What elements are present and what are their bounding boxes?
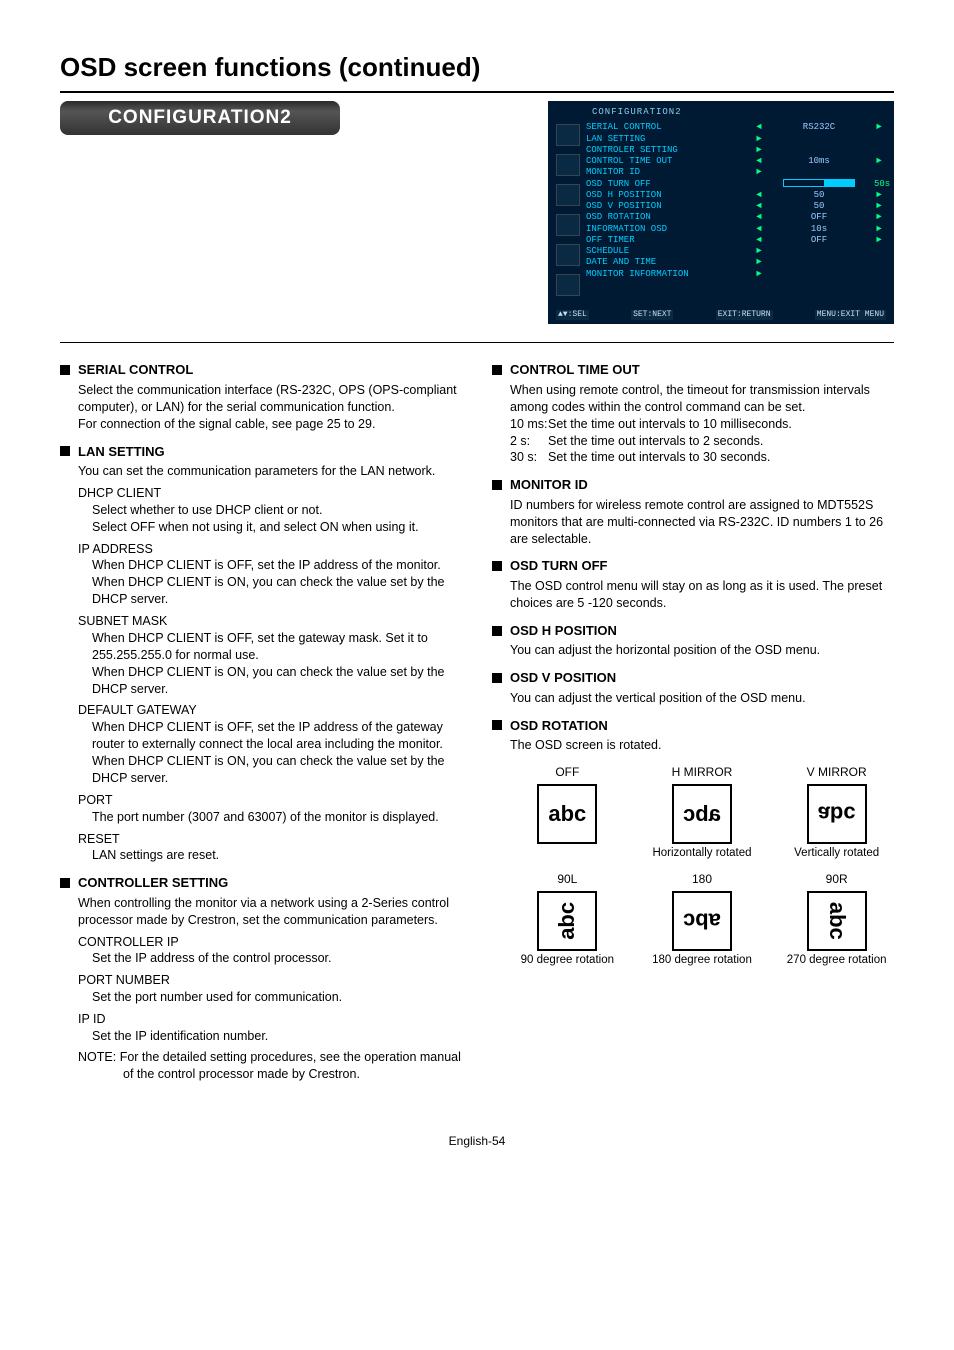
bullet-icon xyxy=(60,446,70,456)
controller-setting-heading: CONTROLLER SETTING xyxy=(78,874,228,892)
rotation-grid: OFFabc H MIRRORabcHorizontally rotated V… xyxy=(510,764,894,968)
bullet-icon xyxy=(492,480,502,490)
rot-90r-sub: 270 degree rotation xyxy=(779,954,894,968)
cto-10ms-key: 10 ms: xyxy=(510,416,548,433)
serial-control-text: Select the communication interface (RS-2… xyxy=(78,382,462,416)
osd-sidebar-icons xyxy=(556,122,586,296)
dhcp-client-text2: Select OFF when not using it, and select… xyxy=(78,519,462,536)
rot-90l-cap: 90L xyxy=(510,871,625,887)
cto-10ms-val: Set the time out intervals to 10 millise… xyxy=(548,416,792,433)
bullet-icon xyxy=(60,878,70,888)
lan-setting-heading: LAN SETTING xyxy=(78,443,165,461)
bullet-icon xyxy=(492,561,502,571)
ip-address-text2: When DHCP CLIENT is ON, you can check th… xyxy=(78,574,462,608)
rot-180-cap: 180 xyxy=(645,871,760,887)
bullet-icon xyxy=(60,365,70,375)
bullet-icon xyxy=(492,720,502,730)
osd-screenshot: CONFIGURATION2 SERIAL CONTROL◄RS232C►LAN… xyxy=(548,101,894,324)
osd-h-position-text: You can adjust the horizontal position o… xyxy=(492,642,894,659)
rot-off-cap: OFF xyxy=(510,764,625,780)
osd-rotation-heading: OSD ROTATION xyxy=(510,717,608,735)
osd-h-position-heading: OSD H POSITION xyxy=(510,622,617,640)
dhcp-client-text: Select whether to use DHCP client or not… xyxy=(78,502,462,519)
subnet-mask-text2: When DHCP CLIENT is ON, you can check th… xyxy=(78,664,462,698)
rot-90r-cap: 90R xyxy=(779,871,894,887)
bullet-icon xyxy=(492,673,502,683)
cto-30s-key: 30 s: xyxy=(510,449,548,466)
configuration2-header: CONFIGURATION2 xyxy=(60,101,340,135)
default-gateway-text2: When DHCP CLIENT is ON, you can check th… xyxy=(78,753,462,787)
control-time-out-heading: CONTROL TIME OUT xyxy=(510,361,640,379)
default-gateway-text: When DHCP CLIENT is OFF, set the IP addr… xyxy=(78,719,462,753)
bullet-icon xyxy=(492,365,502,375)
osd-footer-next: SET:NEXT xyxy=(631,310,673,320)
osd-turn-off-text: The OSD control menu will stay on as lon… xyxy=(492,578,894,612)
dhcp-client-heading: DHCP CLIENT xyxy=(78,485,462,502)
controller-ip-heading: CONTROLLER IP xyxy=(78,934,462,951)
default-gateway-heading: DEFAULT GATEWAY xyxy=(78,702,462,719)
port-text: The port number (3007 and 63007) of the … xyxy=(78,809,462,826)
rot-hmir-sub: Horizontally rotated xyxy=(645,847,760,861)
port-number-text: Set the port number used for communicati… xyxy=(78,989,462,1006)
cto-2s-val: Set the time out intervals to 2 seconds. xyxy=(548,433,763,450)
controller-setting-text: When controlling the monitor via a netwo… xyxy=(78,895,462,929)
lan-intro: You can set the communication parameters… xyxy=(78,463,462,480)
cto-30s-val: Set the time out intervals to 30 seconds… xyxy=(548,449,770,466)
controller-note: NOTE: For the detailed setting procedure… xyxy=(78,1049,462,1083)
cto-2s-key: 2 s: xyxy=(510,433,548,450)
ip-id-text: Set the IP identification number. xyxy=(78,1028,462,1045)
bullet-icon xyxy=(492,626,502,636)
control-time-out-text: When using remote control, the timeout f… xyxy=(510,382,894,416)
subnet-mask-text: When DHCP CLIENT is OFF, set the gateway… xyxy=(78,630,462,664)
page-title: OSD screen functions (continued) xyxy=(60,50,894,93)
osd-title: CONFIGURATION2 xyxy=(556,107,886,118)
controller-ip-text: Set the IP address of the control proces… xyxy=(78,950,462,967)
osd-footer-return: EXIT:RETURN xyxy=(716,310,773,320)
ip-id-heading: IP ID xyxy=(78,1011,462,1028)
osd-rotation-text: The OSD screen is rotated. xyxy=(510,737,894,754)
rot-vmir-cap: V MIRROR xyxy=(779,764,894,780)
osd-turn-off-heading: OSD TURN OFF xyxy=(510,557,608,575)
osd-footer-menu: MENU:EXIT MENU xyxy=(815,310,886,320)
reset-text: LAN settings are reset. xyxy=(78,847,462,864)
rot-vmir-sub: Vertically rotated xyxy=(779,847,894,861)
page-number: English-54 xyxy=(60,1133,894,1149)
reset-heading: RESET xyxy=(78,831,462,848)
port-number-heading: PORT NUMBER xyxy=(78,972,462,989)
monitor-id-text: ID numbers for wireless remote control a… xyxy=(492,497,894,548)
osd-footer-sel: ▲▼:SEL xyxy=(556,310,589,320)
port-heading: PORT xyxy=(78,792,462,809)
ip-address-heading: IP ADDRESS xyxy=(78,541,462,558)
ip-address-text: When DHCP CLIENT is OFF, set the IP addr… xyxy=(78,557,462,574)
rot-90l-sub: 90 degree rotation xyxy=(510,954,625,968)
osd-v-position-text: You can adjust the vertical position of … xyxy=(492,690,894,707)
serial-control-heading: SERIAL CONTROL xyxy=(78,361,193,379)
rot-hmir-cap: H MIRROR xyxy=(645,764,760,780)
osd-v-position-heading: OSD V POSITION xyxy=(510,669,616,687)
monitor-id-heading: MONITOR ID xyxy=(510,476,588,494)
serial-control-ref: For connection of the signal cable, see … xyxy=(78,416,462,433)
subnet-mask-heading: SUBNET MASK xyxy=(78,613,462,630)
rot-180-sub: 180 degree rotation xyxy=(645,954,760,968)
